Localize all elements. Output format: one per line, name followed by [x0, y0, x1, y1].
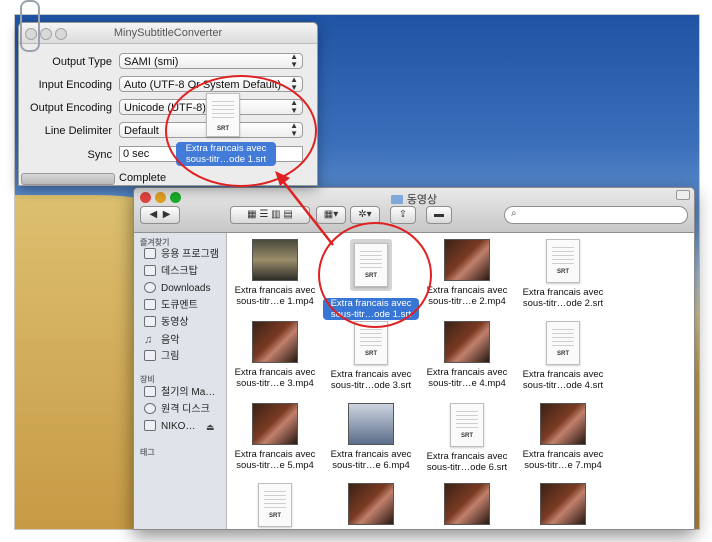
- annotation-arrow-icon: [275, 171, 334, 246]
- paperclip-decoration: [20, 0, 40, 52]
